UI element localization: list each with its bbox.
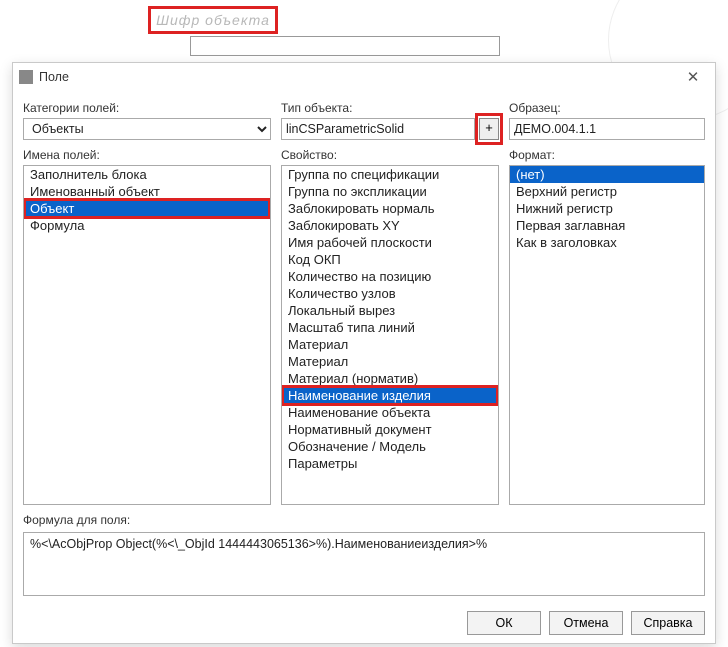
list-item[interactable]: Материал xyxy=(282,336,498,353)
list-item[interactable]: (нет) xyxy=(510,166,704,183)
list-item[interactable]: Наименование объекта xyxy=(282,404,498,421)
list-item[interactable]: Наименование изделия xyxy=(282,387,498,404)
list-item[interactable]: Объект xyxy=(24,200,270,217)
list-item[interactable]: Локальный вырез xyxy=(282,302,498,319)
label-field-names: Имена полей: xyxy=(23,148,271,162)
background-ghost-rect xyxy=(190,36,500,56)
list-item[interactable]: Заблокировать XY xyxy=(282,217,498,234)
list-item[interactable]: Обозначение / Модель xyxy=(282,438,498,455)
list-item[interactable]: Масштаб типа линий xyxy=(282,319,498,336)
list-item[interactable]: Количество узлов xyxy=(282,285,498,302)
help-button[interactable]: Справка xyxy=(631,611,705,635)
dialog-title: Поле xyxy=(39,70,69,84)
list-item[interactable]: Нижний регистр xyxy=(510,200,704,217)
pick-object-button[interactable]: + xyxy=(479,118,499,140)
cancel-button[interactable]: Отмена xyxy=(549,611,623,635)
label-categories: Категории полей: xyxy=(23,101,271,115)
annotation-text: Шифр объекта xyxy=(156,12,270,28)
label-format: Формат: xyxy=(509,148,705,162)
close-icon: ✕ xyxy=(687,68,700,86)
list-item[interactable]: Нормативный документ xyxy=(282,421,498,438)
close-button[interactable]: ✕ xyxy=(671,63,715,91)
categories-select[interactable]: Объекты xyxy=(23,118,271,140)
field-names-listbox[interactable]: Заполнитель блокаИменованный объектОбъек… xyxy=(23,165,271,505)
property-listbox[interactable]: Группа по спецификацииГруппа по эксплика… xyxy=(281,165,499,505)
sample-input[interactable] xyxy=(509,118,705,140)
list-item[interactable]: Материал xyxy=(282,353,498,370)
list-item[interactable]: Количество на позицию xyxy=(282,268,498,285)
list-item[interactable]: Группа по спецификации xyxy=(282,166,498,183)
titlebar: Поле ✕ xyxy=(13,63,715,91)
list-item[interactable]: Формула xyxy=(24,217,270,234)
label-obj-type: Тип объекта: xyxy=(281,101,499,115)
list-item[interactable]: Первая заглавная xyxy=(510,217,704,234)
app-icon xyxy=(19,70,33,84)
list-item[interactable]: Группа по экспликации xyxy=(282,183,498,200)
formula-textarea[interactable] xyxy=(23,532,705,596)
list-item[interactable]: Заблокировать нормаль xyxy=(282,200,498,217)
format-listbox[interactable]: (нет)Верхний регистрНижний регистрПервая… xyxy=(509,165,705,505)
annotation-field-code: Шифр объекта xyxy=(148,6,278,34)
button-bar: ОК Отмена Справка xyxy=(23,611,705,635)
obj-type-input[interactable] xyxy=(281,118,475,140)
field-dialog: Поле ✕ Категории полей: Объекты Тип объе… xyxy=(12,62,716,644)
list-item[interactable]: Верхний регистр xyxy=(510,183,704,200)
list-item[interactable]: Заполнитель блока xyxy=(24,166,270,183)
list-item[interactable]: Материал (норматив) xyxy=(282,370,498,387)
label-formula: Формула для поля: xyxy=(23,513,705,527)
list-item[interactable]: Как в заголовках xyxy=(510,234,704,251)
label-property: Свойство: xyxy=(281,148,499,162)
list-item[interactable]: Имя рабочей плоскости xyxy=(282,234,498,251)
list-item[interactable]: Код ОКП xyxy=(282,251,498,268)
list-item[interactable]: Именованный объект xyxy=(24,183,270,200)
ok-button[interactable]: ОК xyxy=(467,611,541,635)
label-sample: Образец: xyxy=(509,101,705,115)
list-item[interactable]: Параметры xyxy=(282,455,498,472)
